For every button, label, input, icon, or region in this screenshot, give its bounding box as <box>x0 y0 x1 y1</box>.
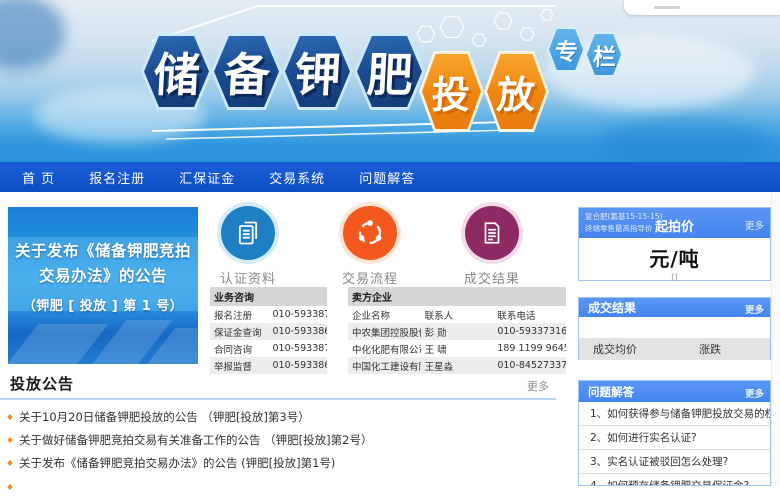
seller-name: 中国化工建设有限公司 <box>348 357 421 374</box>
promo-line3: （钾肥 [ 投放 ] 第 1 号） <box>8 295 198 314</box>
results-more-link[interactable]: 更多 <box>745 302 764 316</box>
docs-icon <box>221 206 275 260</box>
quick-link-trade-process[interactable]: 交易流程 <box>315 206 425 287</box>
quick-link-results[interactable]: 成交结果 <box>437 206 547 287</box>
price-unit: 元/吨 <box>579 243 770 272</box>
seller-contact: 王 啸 <box>421 340 494 357</box>
main-content: 关于发布《储备钾肥竞拍 交易办法》的公告 （钾肥 [ 投放 ] 第 1 号） 认… <box>0 192 780 486</box>
seller-table: 卖方企业 企业名称 联系人 联系电话 中农集团控股股份有限公司 彭 勋 010-… <box>348 287 566 374</box>
hero-banner: 储 备 钾 肥 投 放 专 栏 <box>0 0 780 162</box>
business-consult-table: 业务咨询 报名注册 010-59338731 保证金查询 010-5933863… <box>210 287 327 374</box>
seller-phone: 010-84527337 <box>493 357 566 374</box>
col-header: 联系电话 <box>493 306 566 323</box>
seller-contact: 彭 勋 <box>421 323 494 340</box>
banner-char: 专 <box>554 33 579 67</box>
biz-phone: 010-59338682 <box>269 357 328 374</box>
seller-name: 中农集团控股股份有限公司 <box>348 323 421 340</box>
bullet-icon <box>7 460 13 466</box>
result-doc-icon <box>465 206 519 260</box>
share-network-icon <box>343 206 397 260</box>
bullet-icon <box>7 484 13 490</box>
biz-label: 合同咨询 <box>210 340 269 357</box>
table-header: 业务咨询 <box>210 287 327 306</box>
quick-link-label: 交易流程 <box>315 268 425 287</box>
seller-phone: 010-59337316 <box>493 323 566 340</box>
col-header: 企业名称 <box>348 306 421 323</box>
banner-char: 栏 <box>592 38 617 72</box>
col-header: 联系人 <box>421 306 494 323</box>
qa-item-link[interactable]: 1、如何获得参与储备钾肥投放交易的权限? <box>579 402 770 426</box>
biz-label: 举报监督 <box>210 357 269 374</box>
nav-item-qa[interactable]: 问题解答 <box>359 168 415 187</box>
table-header: 卖方企业 <box>348 287 566 306</box>
seller-contact: 王星淼 <box>421 357 494 374</box>
qa-item-link[interactable]: 4、如何预存储备钾肥交易保证金? <box>579 474 770 486</box>
results-box-title: 成交结果 <box>588 299 636 316</box>
banner-char: 储 <box>152 39 201 105</box>
biz-phone: 010-59338731 <box>269 340 328 357</box>
announcement-link-partial[interactable] <box>8 477 548 497</box>
starting-price-box: 复合肥(氯基15-15-15) 终端零售最高指导价 起拍价 更多 元/吨 () <box>578 207 771 281</box>
promo-announcement-card[interactable]: 关于发布《储备钾肥竞拍 交易办法》的公告 （钾肥 [ 投放 ] 第 1 号） <box>8 207 198 364</box>
biz-label: 保证金查询 <box>210 323 269 340</box>
main-nav: 首 页 报名注册 汇保证金 交易系统 问题解答 <box>0 162 780 192</box>
bullet-icon <box>7 414 13 420</box>
nav-item-trading-system[interactable]: 交易系统 <box>269 168 325 187</box>
deal-results-box: 成交结果 更多 成交均价 涨跌 <box>578 297 771 360</box>
announcements-title: 投放公告 <box>10 373 74 394</box>
qa-item-link[interactable]: 2、如何进行实名认证? <box>579 426 770 450</box>
promo-line2: 交易办法》的公告 <box>8 264 198 289</box>
banner-char: 备 <box>222 39 271 105</box>
promo-line1: 关于发布《储备钾肥竞拍 <box>8 239 198 264</box>
quick-link-certification[interactable]: 认证资料 <box>193 206 303 287</box>
browser-popup-remnant <box>624 0 780 15</box>
announcement-link[interactable]: 关于发布《储备钾肥竞拍交易办法》的公告 (钾肥[投放]第1号) <box>8 453 548 473</box>
biz-phone: 010-59338731 <box>269 306 328 323</box>
change-label: 涨跌 <box>699 341 721 357</box>
announcements-more-link[interactable]: 更多 <box>527 378 549 394</box>
banner-char: 放 <box>496 64 537 119</box>
banner-char: 钾 <box>293 39 342 105</box>
scrollbar-track[interactable] <box>771 192 780 486</box>
price-sub: () <box>579 273 770 283</box>
price-more-link[interactable]: 更多 <box>745 218 764 232</box>
nav-item-deposit[interactable]: 汇保证金 <box>179 168 235 187</box>
quick-link-label: 成交结果 <box>437 268 547 287</box>
results-empty-row <box>579 317 770 338</box>
seller-phone: 189 1199 9645 <box>493 340 566 357</box>
quick-link-label: 认证资料 <box>193 268 303 287</box>
section-divider <box>0 398 556 400</box>
biz-phone: 010-59338634 <box>269 323 328 340</box>
price-tagline: 复合肥(氯基15-15-15) 终端零售最高指导价 <box>585 211 662 236</box>
biz-label: 报名注册 <box>210 306 269 323</box>
qa-item-link[interactable]: 3、实名认证被驳回怎么处理? <box>579 450 770 474</box>
announcement-link[interactable]: 关于10月20日储备钾肥投放的公告 （钾肥[投放]第3号） <box>8 407 548 427</box>
announcement-link[interactable]: 关于做好储备钾肥竞拍交易有关准备工作的公告 （钾肥[投放]第2号） <box>8 430 548 450</box>
nav-item-home[interactable]: 首 页 <box>22 168 55 187</box>
seller-name: 中化化肥有限公司 <box>348 340 421 357</box>
qa-box: 问题解答 更多 1、如何获得参与储备钾肥投放交易的权限? 2、如何进行实名认证?… <box>578 380 771 486</box>
price-box-title: 起拍价 <box>655 216 694 235</box>
qa-more-link[interactable]: 更多 <box>745 386 764 400</box>
avg-price-label: 成交均价 <box>593 341 637 357</box>
bullet-icon <box>7 437 13 443</box>
banner-char: 投 <box>431 64 472 119</box>
qa-box-title: 问题解答 <box>588 384 634 400</box>
banner-char: 肥 <box>365 39 414 105</box>
nav-item-register[interactable]: 报名注册 <box>89 168 145 187</box>
